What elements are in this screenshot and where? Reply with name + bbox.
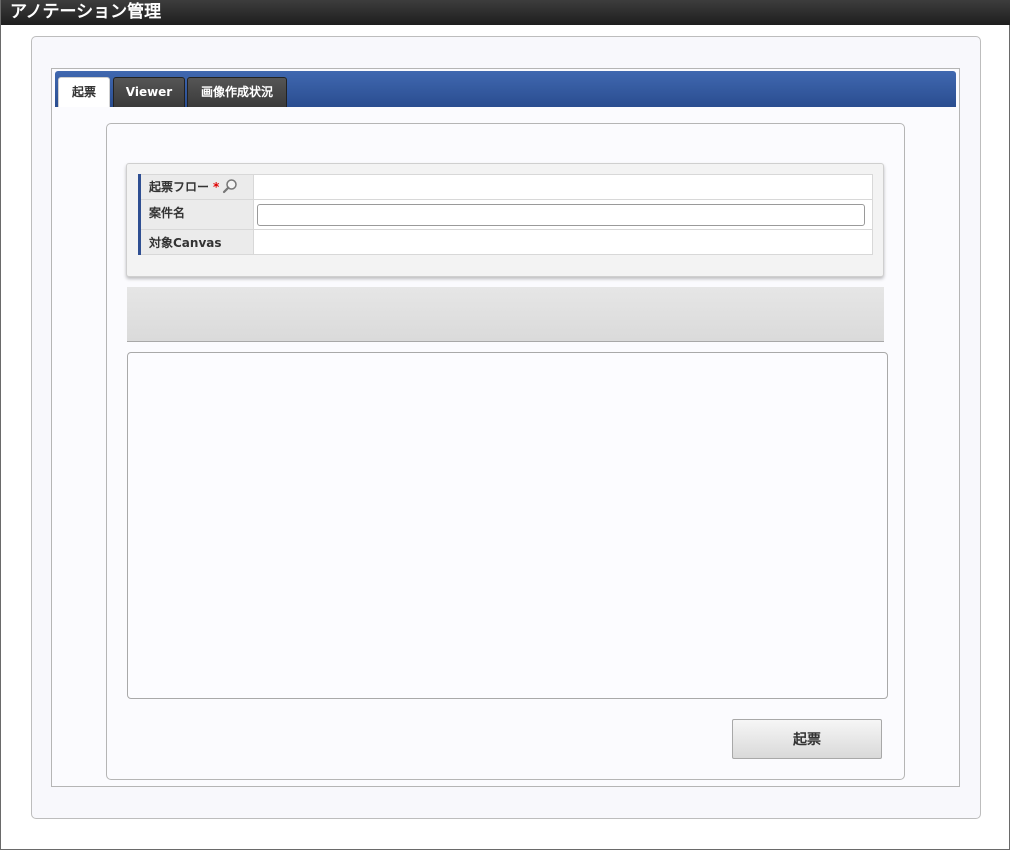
canvas-label: 対象Canvas — [138, 229, 254, 255]
flow-label-cell: 起票フロー * — [138, 174, 254, 200]
app-window: アノテーション管理 起票 Viewer 画像作成状況 起票フロー * 案件名 対… — [0, 0, 1010, 850]
submit-button[interactable]: 起票 — [732, 719, 882, 759]
tab-kihyo[interactable]: 起票 — [58, 77, 110, 107]
search-icon[interactable] — [222, 178, 238, 197]
subject-label: 案件名 — [138, 199, 254, 230]
tab-bar: 起票 Viewer 画像作成状況 — [55, 71, 956, 107]
flow-label: 起票フロー — [149, 179, 210, 194]
form-row-canvas: 対象Canvas — [138, 229, 873, 255]
subject-input[interactable] — [257, 203, 865, 226]
form-row-flow: 起票フロー * — [138, 174, 873, 200]
tab-viewer[interactable]: Viewer — [113, 77, 185, 107]
form-row-subject: 案件名 — [138, 199, 873, 230]
flow-value — [253, 174, 873, 200]
canvas-area[interactable] — [127, 352, 888, 699]
form-box: 起票フロー * 案件名 対象Canvas — [126, 163, 884, 277]
form-table: 起票フロー * 案件名 対象Canvas — [138, 174, 873, 255]
tab-image-status[interactable]: 画像作成状況 — [187, 77, 287, 107]
required-mark: * — [213, 179, 220, 194]
toolbar-area — [127, 287, 884, 342]
window-title: アノテーション管理 — [1, 0, 1010, 25]
subject-input-cell — [253, 199, 873, 230]
canvas-value — [253, 229, 873, 255]
